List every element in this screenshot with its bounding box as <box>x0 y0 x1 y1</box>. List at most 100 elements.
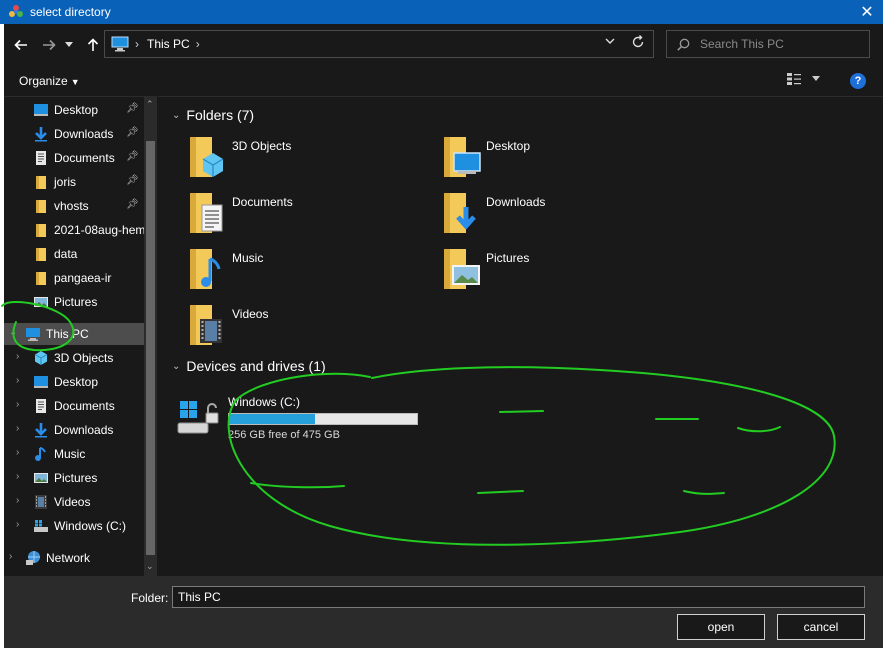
sidebar-item-documents[interactable]: Documents 📌︎ <box>4 147 144 169</box>
change-view-button[interactable] <box>786 72 820 86</box>
scroll-down-icon[interactable]: ⌄ <box>146 561 154 572</box>
arrow-right-icon[interactable] <box>38 34 60 56</box>
sidebar-item-desktop[interactable]: › Desktop <box>4 371 144 393</box>
chevron-down-icon[interactable] <box>605 37 615 48</box>
folder-label: Desktop <box>486 139 531 153</box>
drive-label: Windows (C:) <box>228 395 301 409</box>
downloads-icon <box>35 127 47 142</box>
arrow-up-icon[interactable] <box>82 34 104 56</box>
help-button[interactable]: ? <box>850 73 866 89</box>
chevron-down-icon[interactable]: ⌄ <box>172 361 180 372</box>
sidebar-item-documents[interactable]: › Documents <box>4 395 144 417</box>
network-icon <box>26 551 40 565</box>
folder-icon <box>36 200 46 213</box>
chevron-right-icon[interactable]: › <box>16 399 19 410</box>
drive-tile-windows-c[interactable]: Windows (C:) 256 GB free of 475 GB <box>176 395 436 441</box>
sidebar-item-pictures[interactable]: Pictures <box>4 291 144 313</box>
chevron-right-icon[interactable]: › <box>16 495 19 506</box>
sidebar-item-network[interactable]: › Network <box>4 547 144 569</box>
chevron-right-icon[interactable]: › <box>16 375 19 386</box>
documents-icon <box>36 399 46 413</box>
folder-icon <box>36 224 46 237</box>
scrollbar-thumb[interactable] <box>146 141 155 555</box>
sidebar-item-downloads[interactable]: › Downloads <box>4 419 144 441</box>
folder-input[interactable] <box>172 586 865 608</box>
sidebar-item-label: Downloads <box>54 127 114 141</box>
sidebar-item-joris[interactable]: joris 📌︎ <box>4 171 144 193</box>
folder-tile-music[interactable]: Music <box>186 247 436 295</box>
app-icon <box>9 5 23 17</box>
windows-drive-icon <box>177 401 219 434</box>
sidebar-item-label: This PC <box>46 327 89 341</box>
sidebar-item-pictures[interactable]: › Pictures <box>4 467 144 489</box>
sidebar-item-label: Windows (C:) <box>54 519 127 533</box>
chevron-right-icon[interactable]: › <box>16 447 19 458</box>
chevron-right-icon[interactable]: › <box>16 471 19 482</box>
this-pc-icon <box>26 328 40 341</box>
search-box[interactable] <box>666 30 870 58</box>
sidebar-item-desktop[interactable]: Desktop 📌︎ <box>4 99 144 121</box>
sidebar-item-label: Desktop <box>54 375 99 389</box>
chevron-right-icon[interactable]: › <box>16 351 19 362</box>
sidebar-item-label: vhosts <box>54 199 89 213</box>
scroll-up-icon[interactable]: ⌃ <box>146 99 154 110</box>
pin-icon[interactable]: 📌︎ <box>126 199 139 210</box>
chevron-right-icon[interactable]: › <box>16 519 19 530</box>
sidebar-item-data[interactable]: data <box>4 243 144 265</box>
folder-tile-pictures[interactable]: Pictures <box>440 247 690 295</box>
chevron-down-icon[interactable]: ⌄ <box>9 327 17 338</box>
sidebar-item-downloads[interactable]: Downloads 📌︎ <box>4 123 144 145</box>
sidebar-item-label: Music <box>54 447 86 461</box>
devices-group-header[interactable]: ⌄ Devices and drives (1) <box>172 358 326 374</box>
content-pane[interactable]: ⌄ Folders (7) 3D Objects Desktop Documen <box>158 96 883 576</box>
sidebar-item-music[interactable]: › Music <box>4 443 144 465</box>
search-input[interactable] <box>700 37 860 51</box>
downloads-icon <box>35 423 47 438</box>
close-icon[interactable]: ✕ <box>851 0 883 24</box>
breadcrumb-this-pc[interactable]: This PC <box>147 37 190 51</box>
sidebar-item-label: Downloads <box>54 423 114 437</box>
pin-icon[interactable]: 📌︎ <box>126 175 139 186</box>
chevron-down-icon[interactable] <box>62 34 76 56</box>
chevron-right-icon[interactable]: › <box>16 423 19 434</box>
chevron-right-icon[interactable]: › <box>9 551 12 562</box>
folder-icon <box>36 176 46 189</box>
folder-tile-documents[interactable]: Documents <box>186 191 436 239</box>
arrow-left-icon[interactable] <box>10 34 32 56</box>
open-button[interactable]: open <box>677 614 765 640</box>
sidebar-item-vhosts[interactable]: vhosts 📌︎ <box>4 195 144 217</box>
folder-tile-desktop[interactable]: Desktop <box>440 135 690 183</box>
sidebar-item-3d-objects[interactable]: › 3D Objects <box>4 347 144 369</box>
search-icon <box>677 38 690 51</box>
this-pc-icon <box>111 36 129 52</box>
sidebar-item-this-pc[interactable]: ⌄ This PC <box>4 323 144 345</box>
address-bar[interactable]: › This PC › <box>104 30 654 58</box>
documents-folder-icon <box>190 193 223 233</box>
pin-icon[interactable]: 📌︎ <box>126 151 139 162</box>
view-details-icon <box>787 73 801 85</box>
music-folder-icon <box>190 249 221 289</box>
sidebar-item-pangaea-ir[interactable]: pangaea-ir <box>4 267 144 289</box>
desktop-folder-icon <box>444 137 481 177</box>
sidebar-item-windows-c[interactable]: › Windows (C:) <box>4 515 144 537</box>
folders-group-header[interactable]: ⌄ Folders (7) <box>172 107 254 123</box>
sidebar-item-label: Documents <box>54 399 115 413</box>
folder-tile-3d-objects[interactable]: 3D Objects <box>186 135 436 183</box>
folder-tile-videos[interactable]: Videos <box>186 303 436 351</box>
pin-icon[interactable]: 📌︎ <box>126 103 139 114</box>
navigation-pane[interactable]: Desktop 📌︎ Downloads 📌︎ Documents 📌︎ jor… <box>4 96 157 577</box>
folder-label: Music <box>232 251 264 265</box>
refresh-icon[interactable] <box>631 35 645 52</box>
organize-button[interactable]: Organize ▼ <box>19 74 80 88</box>
sidebar-scrollbar[interactable]: ⌃ ⌄ <box>144 97 157 577</box>
sidebar-item-2021-08aug-hem[interactable]: 2021-08aug-hem <box>4 219 144 241</box>
sidebar-item-label: Network <box>46 551 91 565</box>
folder-tile-downloads[interactable]: Downloads <box>440 191 690 239</box>
pictures-icon <box>34 473 48 483</box>
pictures-folder-icon <box>444 249 480 289</box>
chevron-down-icon[interactable]: ⌄ <box>172 110 180 121</box>
sidebar-item-videos[interactable]: › Videos <box>4 491 144 513</box>
cancel-button[interactable]: cancel <box>777 614 865 640</box>
breadcrumb-separator[interactable]: › <box>196 37 200 51</box>
pin-icon[interactable]: 📌︎ <box>126 127 139 138</box>
